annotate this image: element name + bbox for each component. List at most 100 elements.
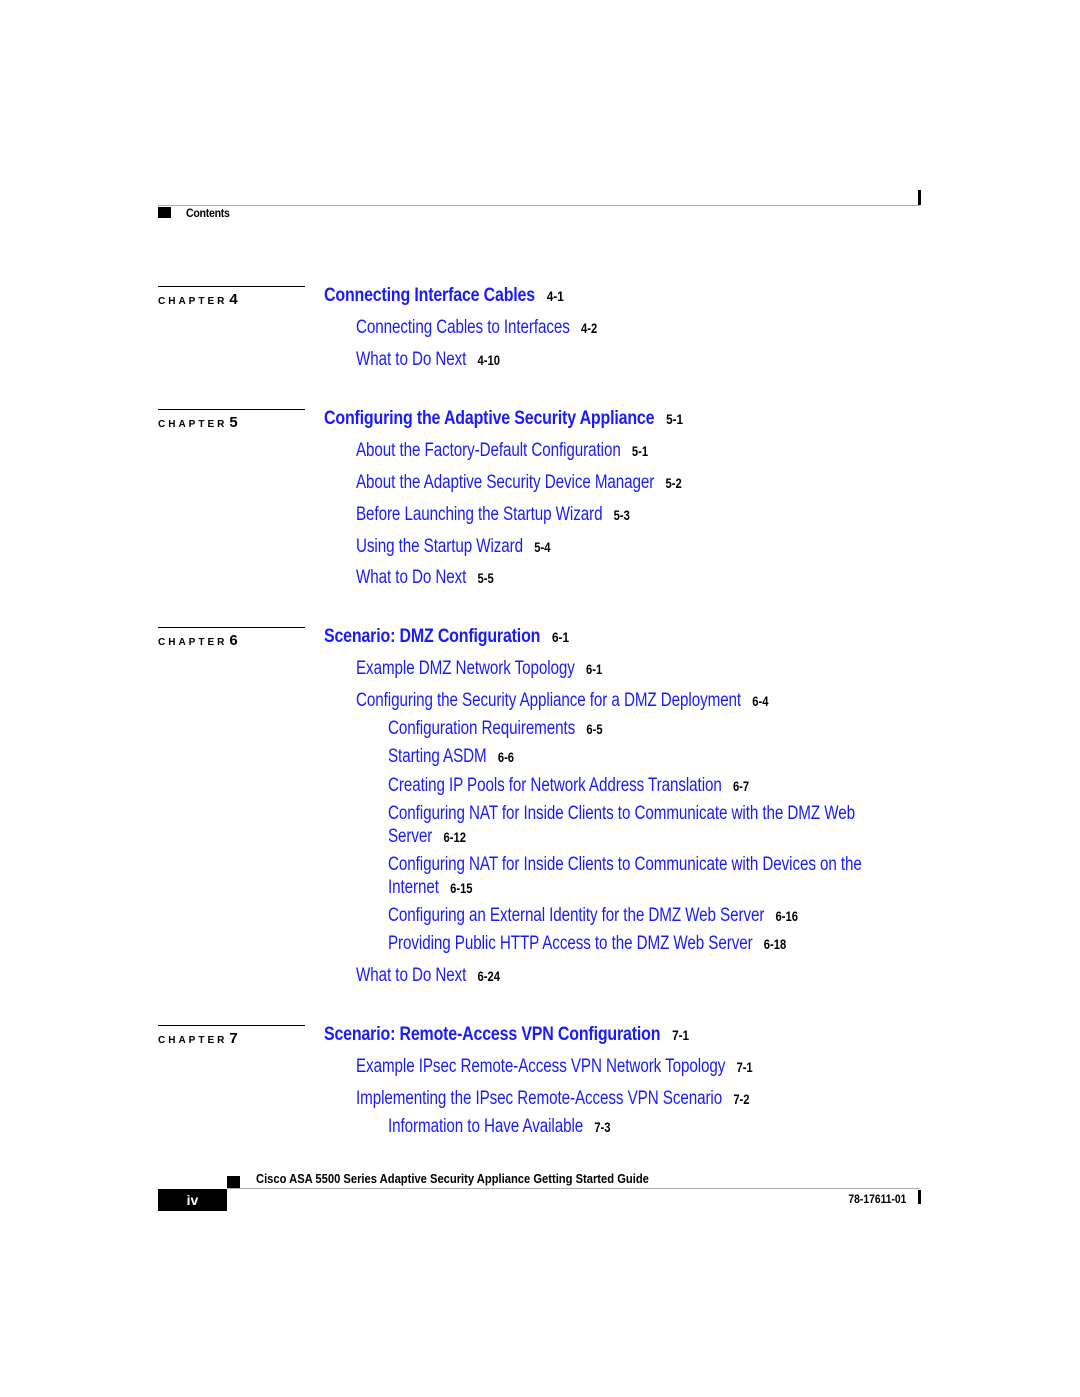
toc-page-number: 5-1 bbox=[631, 443, 649, 459]
footer-doc-number: 78-17611-01 bbox=[848, 1192, 906, 1206]
toc-entry-title: Using the Startup Wizard bbox=[356, 536, 524, 557]
toc-entry[interactable]: Before Launching the Startup Wizard 5-3 bbox=[356, 504, 630, 526]
toc-entry-title: Configuring an External Identity for the… bbox=[388, 905, 765, 926]
toc-entry-title: Creating IP Pools for Network Address Tr… bbox=[388, 775, 722, 796]
chapter-word: CHAPTER bbox=[158, 419, 228, 430]
toc-entry[interactable]: Using the Startup Wizard 5-4 bbox=[356, 536, 550, 558]
toc-entry[interactable]: Information to Have Available 7-3 bbox=[388, 1116, 611, 1138]
footer-bar-mark bbox=[918, 1190, 921, 1204]
toc-page-number: 6-16 bbox=[775, 908, 798, 924]
toc-chapter-title[interactable]: Connecting Interface Cables 4-1 bbox=[324, 285, 564, 307]
toc-entry-title: Configuring NAT for Inside Clients to Co… bbox=[388, 803, 855, 824]
toc-entry[interactable]: What to Do Next 5-5 bbox=[356, 567, 494, 589]
toc-entry-title-continued: Internet bbox=[388, 877, 439, 898]
chapter-number: 6 bbox=[229, 632, 238, 649]
toc-entry[interactable]: About the Adaptive Security Device Manag… bbox=[356, 472, 682, 494]
toc-page-number: 6-5 bbox=[586, 721, 603, 737]
toc-entry-title: What to Do Next bbox=[356, 965, 467, 986]
toc-entry[interactable]: What to Do Next 6-24 bbox=[356, 965, 500, 987]
toc-entry[interactable]: Providing Public HTTP Access to the DMZ … bbox=[388, 933, 786, 955]
toc-entry[interactable]: Configuration Requirements 6-5 bbox=[388, 718, 603, 740]
toc-entry-title: What to Do Next bbox=[356, 567, 467, 588]
toc-page-number: 7-2 bbox=[733, 1091, 750, 1107]
toc-entry-title: Configuration Requirements bbox=[388, 718, 576, 739]
toc-entry[interactable]: Connecting Cables to Interfaces 4-2 bbox=[356, 317, 597, 339]
toc-entry-title: Scenario: Remote-Access VPN Configuratio… bbox=[324, 1024, 661, 1045]
toc-entry-title: Connecting Cables to Interfaces bbox=[356, 317, 570, 338]
toc-entry[interactable]: Example IPsec Remote-Access VPN Network … bbox=[356, 1056, 753, 1078]
toc-entry[interactable]: Configuring NAT for Inside Clients to Co… bbox=[388, 853, 862, 900]
header-rule bbox=[158, 205, 920, 206]
chapter-word: CHAPTER bbox=[158, 637, 228, 648]
toc-page-number: 6-7 bbox=[732, 778, 750, 794]
toc-entry[interactable]: About the Factory-Default Configuration 5… bbox=[356, 440, 648, 462]
toc-entry[interactable]: What to Do Next 4-10 bbox=[356, 349, 500, 371]
toc-entry[interactable]: Implementing the IPsec Remote-Access VPN… bbox=[356, 1088, 750, 1110]
chapter-rule bbox=[158, 627, 305, 628]
chapter-number: 5 bbox=[229, 414, 238, 431]
chapter-label: CHAPTER 7 bbox=[158, 1030, 238, 1047]
toc-entry-title: Example IPsec Remote-Access VPN Network … bbox=[356, 1056, 726, 1077]
footer-page-number: iv bbox=[158, 1189, 227, 1211]
toc-page-number: 6-15 bbox=[450, 880, 473, 896]
chapter-label: CHAPTER 5 bbox=[158, 414, 238, 431]
toc-chapter-title[interactable]: Scenario: Remote-Access VPN Configuratio… bbox=[324, 1024, 689, 1046]
footer-rule bbox=[227, 1188, 920, 1189]
toc-page-number: 6-18 bbox=[763, 936, 787, 952]
chapter-rule bbox=[158, 286, 305, 287]
toc-entry-title: Scenario: DMZ Configuration bbox=[324, 626, 541, 647]
chapter-word: CHAPTER bbox=[158, 1035, 228, 1046]
toc-page-number: 6-1 bbox=[586, 661, 603, 677]
running-header-title: Contents bbox=[186, 206, 230, 220]
toc-entry-title-continued: Server bbox=[388, 826, 433, 847]
toc-entry[interactable]: Configuring NAT for Inside Clients to Co… bbox=[388, 802, 855, 849]
footer-book-title: Cisco ASA 5500 Series Adaptive Security … bbox=[256, 1171, 649, 1186]
toc-entry-title: Configuring the Security Appliance for a… bbox=[356, 690, 742, 711]
header-square-marker bbox=[158, 207, 171, 218]
toc-entry-title: Implementing the IPsec Remote-Access VPN… bbox=[356, 1088, 723, 1109]
toc-chapter-title[interactable]: Scenario: DMZ Configuration 6-1 bbox=[324, 626, 569, 648]
chapter-label: CHAPTER 4 bbox=[158, 291, 238, 308]
chapter-number: 7 bbox=[229, 1030, 238, 1047]
header-bar-mark bbox=[918, 190, 921, 205]
toc-entry-title: Information to Have Available bbox=[388, 1116, 584, 1137]
toc-entry-title: Connecting Interface Cables bbox=[324, 285, 535, 306]
toc-page-number: 6-12 bbox=[443, 829, 466, 845]
toc-entry[interactable]: Starting ASDM 6-6 bbox=[388, 746, 514, 768]
toc-page-number: 5-5 bbox=[477, 570, 494, 586]
toc-page-number: 6-6 bbox=[497, 749, 515, 765]
toc-page-number: 7-1 bbox=[736, 1059, 753, 1075]
toc-page-number: 6-1 bbox=[552, 629, 570, 645]
toc-page-number: 5-2 bbox=[665, 475, 682, 491]
toc-entry[interactable]: Example DMZ Network Topology 6-1 bbox=[356, 658, 602, 680]
chapter-rule bbox=[158, 1025, 305, 1026]
toc-entry-title: Starting ASDM bbox=[388, 746, 487, 767]
toc-page-number: 4-1 bbox=[546, 288, 564, 304]
toc-page-number: 5-3 bbox=[613, 507, 630, 523]
toc-entry-title: What to Do Next bbox=[356, 349, 467, 370]
footer-square-marker bbox=[227, 1176, 240, 1188]
toc-page-number: 6-24 bbox=[477, 968, 500, 984]
toc-entry-title: Configuring NAT for Inside Clients to Co… bbox=[388, 854, 862, 875]
toc-entry-title: About the Factory-Default Configuration bbox=[356, 440, 621, 461]
toc-entry-title: Providing Public HTTP Access to the DMZ … bbox=[388, 933, 753, 954]
toc-page-number: 4-10 bbox=[477, 352, 500, 368]
toc-entry-title: Configuring the Adaptive Security Applia… bbox=[324, 408, 655, 429]
toc-page-number: 5-4 bbox=[534, 539, 551, 555]
toc-entry-title: About the Adaptive Security Device Manag… bbox=[356, 472, 655, 493]
toc-entry[interactable]: Configuring an External Identity for the… bbox=[388, 905, 798, 927]
toc-chapter-title[interactable]: Configuring the Adaptive Security Applia… bbox=[324, 408, 683, 430]
chapter-word: CHAPTER bbox=[158, 296, 228, 307]
chapter-rule bbox=[158, 409, 305, 410]
toc-page-number: 5-1 bbox=[666, 411, 684, 427]
chapter-label: CHAPTER 6 bbox=[158, 632, 238, 649]
toc-page-number: 4-2 bbox=[581, 320, 598, 336]
toc-entry-title: Example DMZ Network Topology bbox=[356, 658, 575, 679]
toc-page-number: 6-4 bbox=[752, 693, 769, 709]
toc-entry[interactable]: Creating IP Pools for Network Address Tr… bbox=[388, 775, 749, 797]
toc-entry[interactable]: Configuring the Security Appliance for a… bbox=[356, 690, 768, 712]
toc-entry-title: Before Launching the Startup Wizard bbox=[356, 504, 603, 525]
toc-page-number: 7-3 bbox=[594, 1119, 611, 1135]
chapter-number: 4 bbox=[229, 291, 238, 308]
toc-page-number: 7-1 bbox=[672, 1027, 690, 1043]
